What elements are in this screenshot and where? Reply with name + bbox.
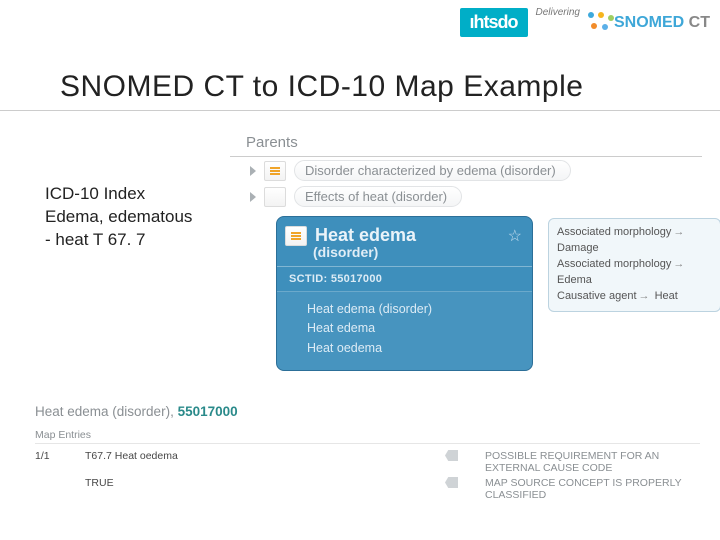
icd-index-line2: Edema, edematous — [45, 206, 230, 229]
attribute-row: Causative agent→ Heat — [557, 289, 712, 305]
brand-part2: CT — [684, 14, 710, 31]
parents-heading: Parents — [246, 134, 298, 151]
list-item: Heat oedema — [307, 339, 522, 358]
concept-subtitle: (disorder) — [277, 244, 532, 266]
sctid-label: SCTID: 55017000 — [277, 266, 532, 291]
attribute-value: Edema — [557, 274, 592, 286]
attributes-card: Associated morphology→ Damage Associated… — [548, 218, 720, 312]
diagram-icon[interactable] — [285, 226, 307, 246]
tag-icon — [445, 450, 485, 474]
icd-index-line1: ICD-10 Index — [45, 183, 230, 206]
parent-row[interactable]: Disorder characterized by edema (disorde… — [250, 160, 571, 181]
icd-index-line3: - heat T 67. 7 — [45, 229, 230, 252]
arrow-icon: → — [637, 290, 652, 302]
ihtsdo-logo: ıhtsdo — [460, 8, 528, 37]
concept-card: Heat edema ☆ (disorder) SCTID: 55017000 … — [276, 216, 533, 371]
map-title-id: 55017000 — [178, 404, 238, 419]
map-index: 1/1 — [35, 450, 85, 474]
map-title: Heat edema (disorder), 55017000 — [35, 404, 700, 419]
chevron-right-icon — [250, 192, 256, 202]
attribute-row: Associated morphology→ Edema — [557, 257, 712, 289]
map-boolean: TRUE — [85, 477, 445, 501]
concept-synonyms: Heat edema (disorder) Heat edema Heat oe… — [277, 291, 532, 370]
divider — [230, 156, 702, 157]
list-item: Heat edema (disorder) — [307, 300, 522, 319]
cluster-icon — [588, 12, 610, 34]
map-title-concept: Heat edema (disorder) — [35, 404, 170, 419]
map-target: T67.7 Heat oedema — [85, 450, 445, 474]
divider — [35, 443, 700, 444]
parent-concept-pill[interactable]: Effects of heat (disorder) — [294, 186, 462, 207]
attribute-value: Damage — [557, 242, 599, 254]
diagram-icon[interactable] — [264, 187, 286, 207]
attribute-name: Causative agent — [557, 290, 637, 302]
attribute-name: Associated morphology — [557, 258, 671, 270]
parent-row[interactable]: Effects of heat (disorder) — [250, 186, 462, 207]
map-section: Heat edema (disorder), 55017000 Map Entr… — [35, 404, 700, 501]
page-title: SNOMED CT to ICD-10 Map Example — [60, 70, 583, 104]
map-title-sep: , — [170, 404, 178, 419]
attribute-value: Heat — [655, 290, 678, 302]
map-flag: POSSIBLE REQUIREMENT FOR AN EXTERNAL CAU… — [485, 450, 705, 474]
diagram-icon[interactable] — [264, 161, 286, 181]
star-icon[interactable]: ☆ — [508, 226, 522, 246]
arrow-icon: → — [671, 226, 686, 238]
chevron-right-icon — [250, 166, 256, 176]
divider — [0, 110, 720, 111]
snomed-logo: SNOMED CT — [588, 12, 710, 34]
brand-text: SNOMED CT — [614, 14, 710, 32]
map-entries-label: Map Entries — [35, 429, 700, 441]
tag-icon — [445, 477, 485, 501]
arrow-icon: → — [671, 258, 686, 270]
delivering-label: Delivering — [536, 7, 580, 18]
attribute-row: Associated morphology→ Damage — [557, 225, 712, 257]
concept-title: Heat edema — [315, 225, 416, 246]
map-flag: MAP SOURCE CONCEPT IS PROPERLY CLASSIFIE… — [485, 477, 705, 501]
map-grid: 1/1 T67.7 Heat oedema POSSIBLE REQUIREME… — [35, 450, 700, 501]
attribute-name: Associated morphology — [557, 226, 671, 238]
icd-index-note: ICD-10 Index Edema, edematous - heat T 6… — [45, 183, 230, 252]
list-item: Heat edema — [307, 319, 522, 338]
brand-part1: SNOMED — [614, 14, 684, 31]
parent-concept-pill[interactable]: Disorder characterized by edema (disorde… — [294, 160, 571, 181]
